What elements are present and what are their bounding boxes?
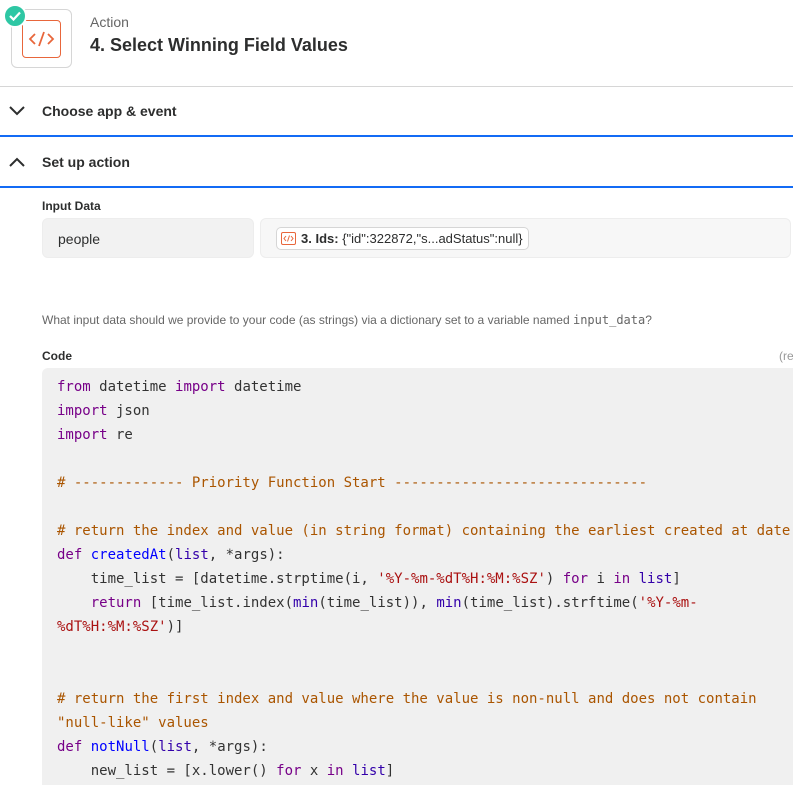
code-line: import json [57,403,150,419]
code-line: new_list = [x.lower() for x in list] [57,763,395,779]
step-type-label: Action [90,14,129,30]
code-line: # return the index and value (in string … [57,523,791,539]
code-line: return [time_list.index(min(time_list)),… [90,595,698,611]
step-header: Action 4. Select Winning Field Values [0,0,793,87]
help-code-text: input_data [572,313,646,327]
section-label: Choose app & event [42,103,177,119]
code-line: time_list = [datetime.strptime(i, '%Y-%m… [57,571,681,587]
code-icon [281,232,296,245]
code-line: "null-like" values [57,715,209,731]
chevron-up-icon [9,157,25,167]
step-title[interactable]: 4. Select Winning Field Values [90,35,348,56]
code-content: from datetime import datetime import json… [57,375,790,783]
pill-value: {"id":322872,"s...adStatus":null} [342,231,523,246]
pill-step-label: 3. Ids: [301,231,339,246]
code-required-indicator: (re [779,349,793,363]
input-data-key-field[interactable]: people [42,218,254,258]
code-line: def notNull(list, *args): [57,739,268,755]
check-icon [3,4,27,28]
code-line: # ------------- Priority Function Start … [57,475,648,491]
section-choose-app-event[interactable]: Choose app & event [0,87,793,137]
input-data-label: Input Data [42,199,101,213]
section-label: Set up action [42,154,130,170]
mapped-field-pill[interactable]: 3. Ids: {"id":322872,"s...adStatus":null… [276,227,529,250]
section-set-up-action[interactable]: Set up action [0,138,793,188]
code-line: %dT%H:%M:%SZ')] [57,619,184,635]
code-line: # return the first index and value where… [57,691,757,707]
code-line: import re [57,427,133,443]
input-data-value-field[interactable]: 3. Ids: {"id":322872,"s...adStatus":null… [260,218,791,258]
input-data-key-value: people [58,231,101,247]
code-label: Code [42,349,72,363]
code-line: def createdAt(list, *args): [57,547,285,563]
code-line: from datetime import datetime [57,379,302,395]
code-editor[interactable]: from datetime import datetime import json… [42,368,793,785]
input-data-help-text: What input data should we provide to you… [42,313,652,327]
chevron-down-icon [9,106,25,116]
